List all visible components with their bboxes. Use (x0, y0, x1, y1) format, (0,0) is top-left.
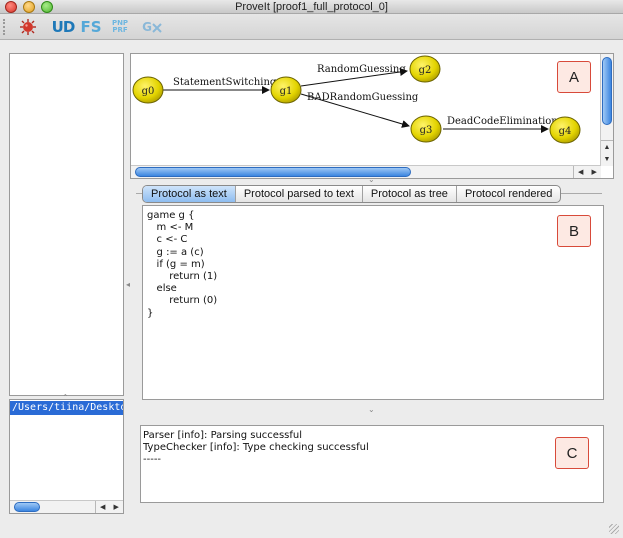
title-bar: ProveIt [proof1_full_protocol_0] (0, 0, 623, 14)
graph-vscrollbar[interactable]: ▲ ▼ (600, 54, 613, 166)
toolbar: UD FS PNP PRF G (0, 14, 623, 40)
node-label: g2 (419, 65, 432, 76)
edge-label: RandomGuessing (317, 64, 406, 75)
tab-protocol-parsed-to-text[interactable]: Protocol parsed to text (236, 186, 363, 202)
tabs: Protocol as text Protocol parsed to text… (142, 185, 562, 203)
graph-split-handle[interactable]: ⌄ (368, 175, 375, 184)
code-line: return (1) (147, 271, 218, 283)
code-line: game g { (147, 210, 195, 221)
code-line: g := a (c) (147, 246, 204, 258)
code-line: return (0) (147, 295, 218, 307)
node-label: g4 (559, 126, 572, 137)
console-line: ----- (143, 454, 162, 465)
gx-button[interactable]: G (140, 17, 164, 37)
code-line: m <- M (147, 222, 194, 234)
node-label: g1 (280, 86, 293, 97)
virus-icon[interactable] (18, 17, 38, 37)
scroll-left-icon[interactable]: ◀ (96, 501, 110, 513)
marker-b: B (557, 215, 591, 247)
console-lines: Parser [info]: Parsing successful TypeCh… (143, 430, 369, 466)
scroll-up-icon[interactable]: ▲ (601, 141, 613, 154)
proof-graph-panel[interactable]: StatementSwitching RandomGuessing BADRan… (130, 53, 614, 179)
console-line: TypeChecker [info]: Type checking succes… (143, 442, 369, 453)
file-list-scroll-arrows[interactable]: ◀ ▶ (95, 501, 123, 513)
scroll-down-icon[interactable]: ▼ (601, 154, 613, 167)
file-list-hscrollbar[interactable]: ◀ ▶ (10, 500, 123, 513)
marker-c: C (555, 437, 589, 469)
gx-label: G (142, 20, 152, 34)
console-line: Parser [info]: Parsing successful (143, 430, 303, 441)
code-line: else (147, 283, 177, 295)
scroll-left-icon[interactable]: ◀ (574, 166, 588, 178)
proof-graph: StatementSwitching RandomGuessing BADRan… (132, 55, 581, 144)
vertical-split-handle[interactable]: ◂ (126, 280, 130, 289)
scroll-right-icon[interactable]: ▶ (588, 166, 602, 178)
file-list-panel[interactable]: /Users/tiina/Desktop/Th ◀▶ (9, 399, 124, 514)
prf-label: PRF (112, 26, 128, 34)
graph-hscrollbar[interactable]: ◀ ▶ (131, 165, 601, 178)
ud-button[interactable]: UD (50, 17, 76, 37)
protocol-code: game g { m <- M c <- C g := a (c) if (g … (147, 210, 217, 320)
tab-protocol-as-text[interactable]: Protocol as text (143, 186, 236, 202)
cross-icon (152, 23, 162, 33)
protocol-text-editor[interactable]: game g { m <- M c <- C g := a (c) if (g … (142, 205, 604, 400)
tab-bar: Protocol as text Protocol parsed to text… (136, 185, 602, 203)
code-line: } (147, 307, 154, 319)
pnp-prf-button[interactable]: PNP PRF (108, 17, 132, 37)
edge-label: StatementSwitching (173, 77, 277, 88)
project-tree-panel[interactable] (9, 53, 124, 396)
code-line: c <- C (147, 234, 188, 246)
toolbar-grip[interactable] (3, 19, 7, 35)
console-output[interactable]: Parser [info]: Parsing successful TypeCh… (140, 425, 604, 503)
code-line: if (g = m) (147, 258, 205, 270)
marker-a: A (557, 61, 591, 93)
graph-hscroll-arrows[interactable]: ◀ ▶ (573, 166, 601, 178)
edge-label: BADRandomGuessing (307, 92, 419, 103)
node-label: g0 (142, 86, 155, 97)
graph-vscroll-thumb[interactable] (602, 57, 612, 125)
tab-protocol-as-tree[interactable]: Protocol as tree (363, 186, 457, 202)
node-label: g3 (420, 125, 433, 136)
window-title: ProveIt [proof1_full_protocol_0] (235, 1, 388, 13)
tab-protocol-rendered[interactable]: Protocol rendered (457, 186, 560, 202)
fs-button[interactable]: FS (80, 17, 102, 37)
scroll-right-icon[interactable]: ▶ (110, 501, 124, 513)
window-resize-grip[interactable] (609, 524, 619, 534)
console-split-handle[interactable]: ⌄ (368, 405, 375, 414)
edge-label: DeadCodeElimination (447, 116, 558, 127)
file-list-item[interactable]: /Users/tiina/Desktop/Th (10, 401, 123, 415)
file-list-scroll-thumb[interactable] (14, 502, 40, 512)
graph-vscroll-arrows[interactable]: ▲ ▼ (601, 140, 613, 166)
